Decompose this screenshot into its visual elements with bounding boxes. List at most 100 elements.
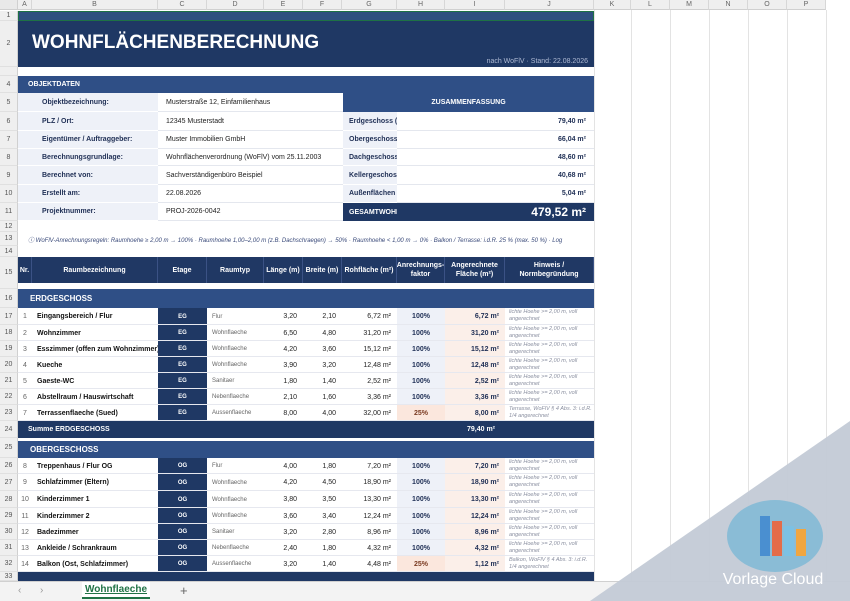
hint-text[interactable]: lichte Hoehe >= 2,00 m, voll angerechnet	[505, 524, 594, 540]
room-length[interactable]: 3,80	[264, 491, 303, 508]
row-header[interactable]: 10	[0, 185, 18, 203]
factor[interactable]: 25%	[397, 556, 445, 572]
row-header[interactable]: 4	[0, 76, 18, 93]
column-header-o[interactable]: O	[748, 0, 787, 10]
etage-badge[interactable]: EG	[158, 389, 207, 405]
row-header[interactable]: 7	[0, 131, 18, 149]
room-width[interactable]: 1,80	[303, 540, 342, 556]
factor[interactable]: 100%	[397, 524, 445, 540]
objekt-value[interactable]: Sachverständigenbüro Beispiel	[158, 166, 343, 185]
objekt-value[interactable]: 22.08.2026	[158, 185, 343, 203]
etage-badge[interactable]: OG	[158, 491, 207, 508]
objekt-value[interactable]: 12345 Musterstadt	[158, 112, 343, 131]
hint-text[interactable]: lichte Hoehe >= 2,00 m, voll angerechnet	[505, 325, 594, 341]
etage-badge[interactable]: OG	[158, 556, 207, 572]
objekt-value[interactable]: Muster Immobilien GmbH	[158, 131, 343, 149]
column-header-m[interactable]: M	[670, 0, 709, 10]
room-length[interactable]: 3,20	[264, 524, 303, 540]
room-type[interactable]: Flur	[207, 308, 264, 325]
hint-text[interactable]: Balkon, WoFlV § 4 Abs. 3: i.d.R. 1/4 ang…	[505, 556, 594, 572]
factor[interactable]: 100%	[397, 508, 445, 524]
etage-badge[interactable]: EG	[158, 373, 207, 389]
add-sheet-icon[interactable]: +	[180, 583, 188, 598]
column-header-e[interactable]: E	[264, 0, 303, 10]
row-header[interactable]: 1	[0, 11, 18, 21]
row-header[interactable]: 29	[0, 508, 18, 524]
room-length[interactable]: 4,00	[264, 458, 303, 474]
row-header[interactable]: 9	[0, 166, 18, 185]
row-header[interactable]: 2	[0, 21, 18, 67]
room-length[interactable]: 3,60	[264, 508, 303, 524]
scroll-right-icon[interactable]: ›	[40, 585, 43, 596]
factor[interactable]: 100%	[397, 341, 445, 357]
room-type[interactable]: Flur	[207, 458, 264, 474]
etage-badge[interactable]: EG	[158, 357, 207, 373]
hint-text[interactable]: lichte Hoehe >= 2,00 m, voll angerechnet	[505, 491, 594, 508]
row-header[interactable]: 31	[0, 540, 18, 556]
room-length[interactable]: 4,20	[264, 474, 303, 491]
hint-text[interactable]: lichte Hoehe >= 2,00 m, voll angerechnet	[505, 308, 594, 325]
hint-text[interactable]: lichte Hoehe >= 2,00 m, voll angerechnet	[505, 357, 594, 373]
room-width[interactable]: 1,40	[303, 373, 342, 389]
row-header[interactable]: 22	[0, 389, 18, 405]
room-width[interactable]: 2,80	[303, 524, 342, 540]
room-length[interactable]: 3,20	[264, 556, 303, 572]
column-header-b[interactable]: B	[32, 0, 158, 10]
room-name[interactable]: Schlafzimmer (Eltern)	[32, 474, 158, 491]
room-length[interactable]: 3,90	[264, 357, 303, 373]
factor[interactable]: 100%	[397, 389, 445, 405]
room-width[interactable]: 1,80	[303, 458, 342, 474]
factor[interactable]: 100%	[397, 373, 445, 389]
hint-text[interactable]: lichte Hoehe >= 2,00 m, voll angerechnet	[505, 389, 594, 405]
room-type[interactable]: Sanitaer	[207, 524, 264, 540]
column-header-i[interactable]: I	[445, 0, 505, 10]
room-length[interactable]: 2,10	[264, 389, 303, 405]
factor[interactable]: 100%	[397, 357, 445, 373]
factor[interactable]: 100%	[397, 458, 445, 474]
room-name[interactable]: Terrassenflaeche (Sued)	[32, 405, 158, 421]
sheet-tab-wohnflaeche[interactable]: Wohnflaeche	[82, 582, 150, 599]
row-header[interactable]: 32	[0, 556, 18, 572]
room-width[interactable]: 3,50	[303, 491, 342, 508]
objekt-value[interactable]: PROJ-2026-0042	[158, 203, 343, 221]
room-name[interactable]: Abstellraum / Hauswirtschaft	[32, 389, 158, 405]
room-width[interactable]: 4,50	[303, 474, 342, 491]
factor[interactable]: 100%	[397, 474, 445, 491]
room-type[interactable]: Nebenflaeche	[207, 389, 264, 405]
column-header-k[interactable]: K	[594, 0, 631, 10]
room-name[interactable]: Badezimmer	[32, 524, 158, 540]
room-name[interactable]: Treppenhaus / Flur OG	[32, 458, 158, 474]
hint-text[interactable]: lichte Hoehe >= 2,00 m, voll angerechnet	[505, 341, 594, 357]
hint-text[interactable]: lichte Hoehe >= 2,00 m, voll angerechnet	[505, 474, 594, 491]
column-header-n[interactable]: N	[709, 0, 748, 10]
etage-badge[interactable]: EG	[158, 341, 207, 357]
column-header-h[interactable]: H	[397, 0, 445, 10]
room-length[interactable]: 3,20	[264, 308, 303, 325]
objekt-value[interactable]: Wohnflächenverordnung (WoFlV) vom 25.11.…	[158, 149, 343, 166]
room-width[interactable]: 4,00	[303, 405, 342, 421]
row-header[interactable]: 19	[0, 341, 18, 357]
etage-badge[interactable]: OG	[158, 458, 207, 474]
column-header-a[interactable]: A	[18, 0, 32, 10]
row-header[interactable]: 16	[0, 289, 18, 308]
room-type[interactable]: Wohnflaeche	[207, 474, 264, 491]
room-length[interactable]: 8,00	[264, 405, 303, 421]
column-header-l[interactable]: L	[631, 0, 670, 10]
room-width[interactable]: 1,60	[303, 389, 342, 405]
row-header[interactable]: 11	[0, 203, 18, 221]
hint-text[interactable]: lichte Hoehe >= 2,00 m, voll angerechnet	[505, 508, 594, 524]
room-type[interactable]: Wohnflaeche	[207, 341, 264, 357]
etage-badge[interactable]: EG	[158, 325, 207, 341]
row-header[interactable]: 30	[0, 524, 18, 540]
row-header[interactable]: 28	[0, 491, 18, 508]
room-type[interactable]: Aussenflaeche	[207, 556, 264, 572]
row-header[interactable]: 13	[0, 232, 18, 246]
row-header[interactable]: 23	[0, 405, 18, 421]
column-header-p[interactable]: P	[787, 0, 826, 10]
row-header[interactable]: 8	[0, 149, 18, 166]
row-header[interactable]: 27	[0, 474, 18, 491]
room-length[interactable]: 4,20	[264, 341, 303, 357]
room-type[interactable]: Wohnflaeche	[207, 357, 264, 373]
room-name[interactable]: Balkon (Ost, Schlafzimmer)	[32, 556, 158, 572]
etage-badge[interactable]: OG	[158, 474, 207, 491]
